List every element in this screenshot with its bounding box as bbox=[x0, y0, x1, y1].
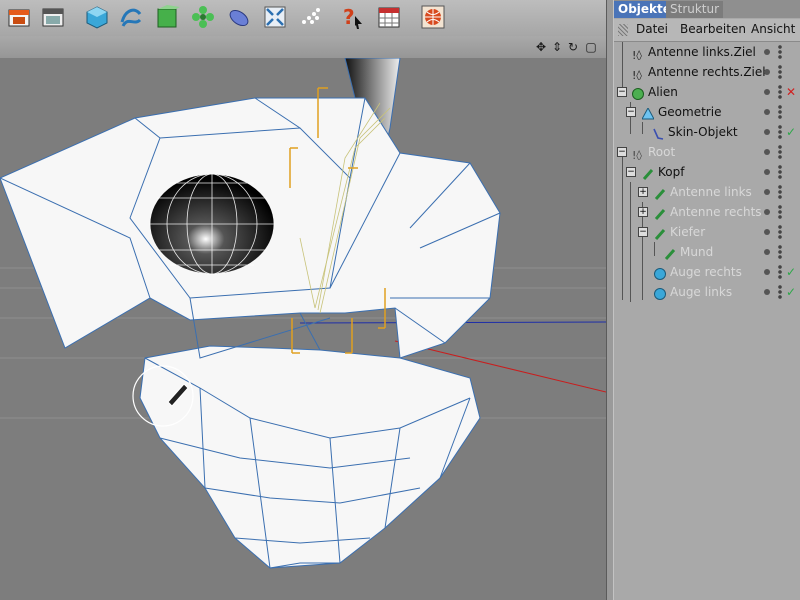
object-label: Mund bbox=[680, 245, 714, 259]
object-manager-menubar: Datei Bearbeiten Ansicht bbox=[614, 19, 800, 42]
zoom-view-icon[interactable]: ⇕ bbox=[550, 40, 564, 54]
object-label: Alien bbox=[648, 85, 678, 99]
deformer-button[interactable] bbox=[224, 2, 254, 32]
environment-arrows-button[interactable] bbox=[260, 2, 290, 32]
collapse-toggle[interactable]: − bbox=[626, 107, 636, 117]
object-row-kiefer[interactable]: − Kiefer bbox=[614, 222, 800, 242]
object-label: Auge rechts bbox=[670, 265, 742, 279]
collapse-toggle[interactable]: − bbox=[638, 227, 648, 237]
joint-icon bbox=[654, 186, 666, 200]
cube-icon bbox=[86, 6, 108, 29]
help-button[interactable]: ? bbox=[336, 2, 366, 32]
object-cube-icon bbox=[632, 86, 644, 100]
object-label: Antenne links bbox=[670, 185, 752, 199]
main-toolbar: ? bbox=[0, 0, 612, 37]
object-label: Kiefer bbox=[670, 225, 706, 239]
expand-toggle[interactable]: + bbox=[638, 207, 648, 217]
expand-toggle[interactable]: + bbox=[638, 187, 648, 197]
object-row-antenne-links[interactable]: + Antenne links bbox=[614, 182, 800, 202]
eye-sphere bbox=[149, 173, 275, 275]
cube-button[interactable] bbox=[82, 2, 112, 32]
collapse-toggle[interactable]: − bbox=[617, 147, 627, 157]
grip-icon[interactable] bbox=[618, 24, 628, 36]
object-label: Skin-Objekt bbox=[668, 125, 738, 139]
help-question-icon: ? bbox=[343, 5, 362, 29]
disabled-x-icon[interactable]: ✕ bbox=[786, 82, 796, 102]
render-settings-button[interactable] bbox=[418, 2, 448, 32]
enabled-check-icon[interactable]: ✓ bbox=[786, 262, 796, 282]
subdivision-cube-button[interactable] bbox=[152, 2, 182, 32]
object-label: Auge links bbox=[670, 285, 733, 299]
rotate-view-icon[interactable]: ↻ bbox=[566, 40, 580, 54]
render-picture-viewer-button[interactable] bbox=[38, 2, 68, 32]
object-row-auge-links[interactable]: Auge links ✓ bbox=[614, 282, 800, 302]
3d-viewport[interactable]: ✥ ⇕ ↻ ▢ bbox=[0, 36, 606, 600]
object-row-mund[interactable]: Mund bbox=[614, 242, 800, 262]
calendar-grid-icon bbox=[378, 7, 400, 28]
maximize-view-icon[interactable]: ▢ bbox=[584, 40, 598, 54]
render-view-icon bbox=[8, 9, 30, 27]
object-row-kopf[interactable]: − Kopf bbox=[614, 162, 800, 182]
particles-button[interactable] bbox=[296, 2, 326, 32]
joint-null-icon: !◊ bbox=[632, 146, 644, 162]
panel-divider[interactable] bbox=[606, 0, 614, 600]
object-label: Antenne rechts.Ziel bbox=[648, 65, 766, 79]
svg-text:!◊: !◊ bbox=[632, 69, 642, 80]
object-label: Antenne rechts bbox=[670, 205, 762, 219]
svg-text:?: ? bbox=[343, 5, 355, 29]
spline-icon bbox=[120, 8, 142, 27]
environment-arrows-icon bbox=[264, 6, 286, 28]
timeline-button[interactable] bbox=[374, 2, 404, 32]
menu-bearbeiten[interactable]: Bearbeiten bbox=[680, 22, 746, 36]
joint-icon bbox=[642, 166, 654, 180]
target-null-icon: !◊ bbox=[632, 66, 644, 82]
viewport-canvas bbox=[0, 58, 606, 569]
menu-ansicht[interactable]: Ansicht bbox=[751, 22, 795, 36]
skin-icon bbox=[652, 126, 664, 140]
spline-button[interactable] bbox=[116, 2, 146, 32]
object-row-antenne-links-ziel[interactable]: !◊ Antenne links.Ziel bbox=[614, 42, 800, 62]
object-label: Root bbox=[648, 145, 676, 159]
object-row-antenne-rechts-ziel[interactable]: !◊ Antenne rechts.Ziel bbox=[614, 62, 800, 82]
target-null-icon: !◊ bbox=[632, 46, 644, 62]
object-row-geometrie[interactable]: − Geometrie bbox=[614, 102, 800, 122]
object-row-antenne-rechts[interactable]: + Antenne rechts bbox=[614, 202, 800, 222]
joint-icon bbox=[654, 226, 666, 240]
flower-generator-icon bbox=[192, 6, 214, 28]
object-row-root[interactable]: − !◊ Root bbox=[614, 142, 800, 162]
panel-tabs: Objekte Struktur bbox=[614, 0, 800, 18]
particles-icon bbox=[302, 8, 320, 24]
svg-text:!◊: !◊ bbox=[632, 49, 642, 60]
viewport-header: ✥ ⇕ ↻ ▢ bbox=[0, 36, 606, 58]
object-label: Geometrie bbox=[658, 105, 722, 119]
alien-head-mesh bbox=[0, 97, 501, 569]
object-label: Antenne links.Ziel bbox=[648, 45, 756, 59]
globe-render-icon bbox=[421, 5, 445, 29]
svg-text:!◊: !◊ bbox=[632, 149, 642, 160]
render-view-button[interactable] bbox=[4, 2, 34, 32]
menu-datei[interactable]: Datei bbox=[636, 22, 668, 36]
sphere-icon bbox=[654, 286, 666, 300]
object-label: Kopf bbox=[658, 165, 685, 179]
object-row-auge-rechts[interactable]: Auge rechts ✓ bbox=[614, 262, 800, 282]
joint-icon bbox=[654, 206, 666, 220]
sphere-icon bbox=[654, 266, 666, 280]
deformer-icon bbox=[229, 9, 249, 27]
subdivision-cube-icon bbox=[157, 5, 180, 28]
object-row-alien[interactable]: − Alien ✕ bbox=[614, 82, 800, 102]
tab-struktur[interactable]: Struktur bbox=[666, 1, 724, 18]
render-picture-viewer-icon bbox=[42, 8, 64, 27]
move-view-icon[interactable]: ✥ bbox=[534, 40, 548, 54]
object-row-skin-objekt[interactable]: Skin-Objekt ✓ bbox=[614, 122, 800, 142]
enabled-check-icon[interactable]: ✓ bbox=[786, 282, 796, 302]
collapse-toggle[interactable]: − bbox=[617, 87, 627, 97]
flower-generator-button[interactable] bbox=[188, 2, 218, 32]
polygon-icon bbox=[641, 106, 655, 120]
enabled-check-icon[interactable]: ✓ bbox=[786, 122, 796, 142]
collapse-toggle[interactable]: − bbox=[626, 167, 636, 177]
object-manager-panel: Objekte Struktur Datei Bearbeiten Ansich… bbox=[614, 0, 800, 600]
joint-icon bbox=[664, 246, 676, 260]
